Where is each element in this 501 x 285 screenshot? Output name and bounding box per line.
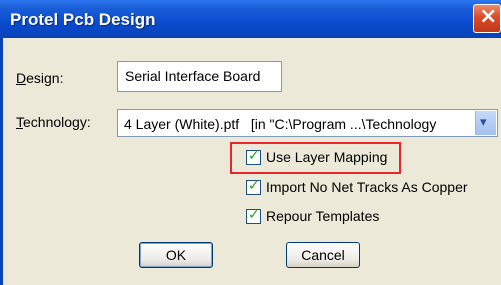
technology-label: Technology: — [16, 114, 91, 130]
title-bar[interactable]: Protel Pcb Design × — [0, 0, 501, 38]
close-button[interactable]: × — [473, 4, 501, 33]
checkmark-icon: ✓ — [248, 148, 260, 164]
close-icon: × — [479, 4, 498, 29]
checkmark-icon: ✓ — [248, 178, 260, 194]
use-layer-mapping-label[interactable]: Use Layer Mapping — [266, 149, 387, 165]
protel-pcb-design-dialog: Protel Pcb Design × Design: Serial Inter… — [0, 0, 501, 285]
ok-button[interactable]: OK — [139, 242, 213, 268]
technology-dropdown-value: 4 Layer (White).ptf [in "C:\Program ...\… — [124, 116, 437, 132]
dialog-title: Protel Pcb Design — [10, 10, 156, 29]
design-field[interactable]: Serial Interface Board — [117, 61, 282, 92]
import-no-net-tracks-label[interactable]: Import No Net Tracks As Copper — [266, 179, 468, 195]
import-no-net-tracks-checkbox[interactable]: ✓ — [246, 178, 261, 195]
checkmark-icon: ✓ — [248, 207, 260, 223]
dropdown-arrow-button[interactable]: ▾ — [475, 111, 496, 135]
chevron-down-icon: ▾ — [480, 114, 487, 129]
cancel-button[interactable]: Cancel — [286, 242, 360, 268]
technology-dropdown[interactable]: 4 Layer (White).ptf [in "C:\Program ...\… — [117, 109, 498, 137]
use-layer-mapping-checkbox[interactable]: ✓ — [246, 148, 261, 165]
repour-templates-checkbox[interactable]: ✓ — [246, 207, 261, 224]
repour-templates-label[interactable]: Repour Templates — [266, 208, 379, 224]
design-label: Design: — [16, 70, 64, 86]
